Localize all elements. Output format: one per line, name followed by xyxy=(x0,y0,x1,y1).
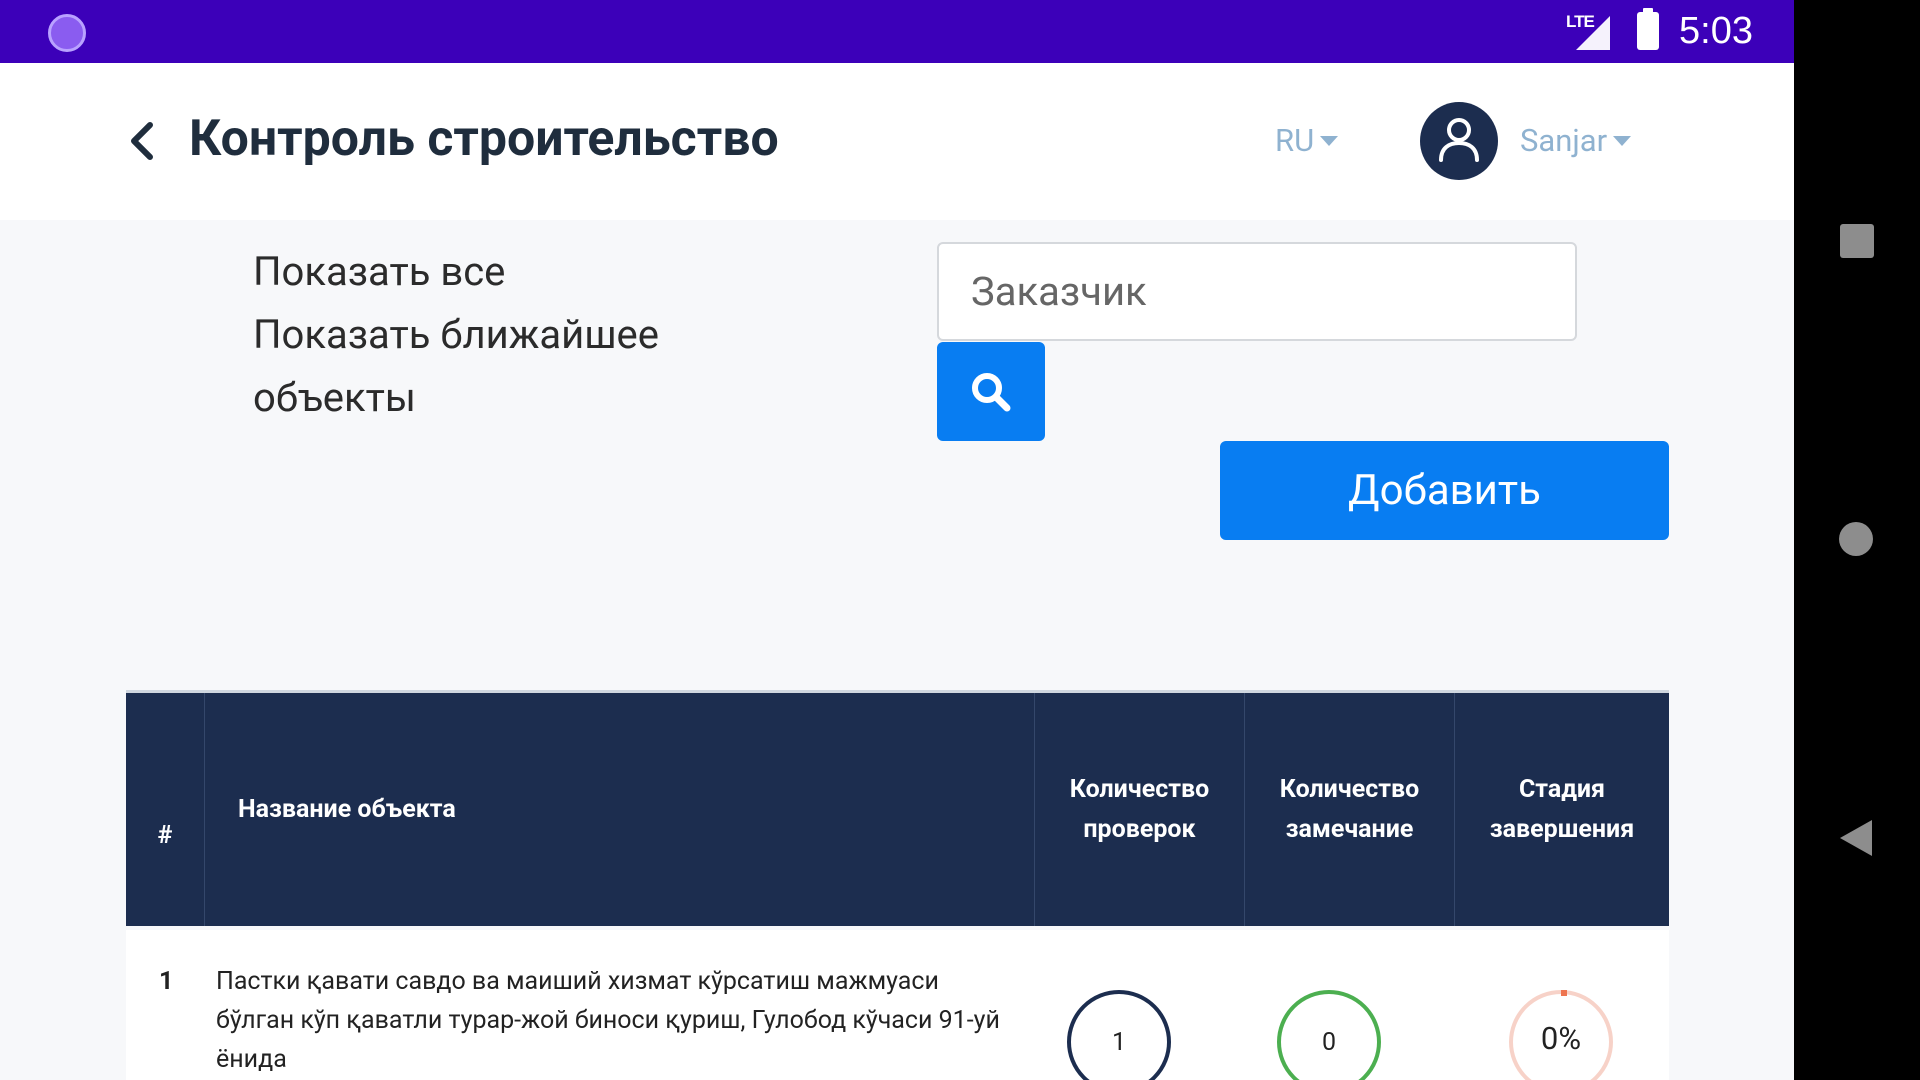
chevron-down-icon xyxy=(1613,135,1632,146)
column-header-number: # xyxy=(157,821,173,850)
show-all-link[interactable]: Показать все xyxy=(253,248,505,295)
column-header-remarks-line2: замечание xyxy=(1285,814,1414,844)
column-header-remarks-line1: Количество xyxy=(1279,774,1420,804)
chevron-down-icon xyxy=(1320,135,1339,146)
back-arrow-icon[interactable] xyxy=(128,122,156,160)
notification-app-icon xyxy=(48,14,86,52)
add-button[interactable]: Добавить xyxy=(1220,441,1669,540)
column-header-checks: Количество проверок xyxy=(1034,693,1244,926)
row-number: 1 xyxy=(159,967,174,996)
completion-stage-badge: 0% xyxy=(1509,990,1613,1080)
column-header-stage-line2: завершения xyxy=(1489,814,1635,844)
user-menu[interactable]: Sanjar xyxy=(1520,122,1632,159)
app-screen: LTE 5:03 Контроль строительство RU Sanja… xyxy=(0,0,1794,1080)
show-nearest-link-continued[interactable]: объекты xyxy=(253,374,416,421)
column-header-remarks: Количество замечание xyxy=(1244,693,1454,926)
language-label: RU xyxy=(1275,122,1315,159)
column-header-stage: Стадия завершения xyxy=(1454,693,1669,926)
recent-apps-button[interactable] xyxy=(1840,224,1874,258)
language-selector[interactable]: RU xyxy=(1275,122,1339,159)
customer-search-input[interactable] xyxy=(937,242,1577,341)
table-row[interactable]: 1 Пастки қавати савдо ва маиший хизмат к… xyxy=(126,930,1669,1080)
clock: 5:03 xyxy=(1679,10,1753,52)
home-button[interactable] xyxy=(1839,522,1873,556)
avatar[interactable] xyxy=(1420,102,1498,180)
page-title: Контроль строительство xyxy=(189,110,779,168)
system-back-button[interactable] xyxy=(1840,820,1872,856)
column-header-checks-line1: Количество xyxy=(1069,774,1210,804)
show-nearest-link[interactable]: Показать ближайшее xyxy=(253,311,659,358)
column-header-checks-line2: проверок xyxy=(1083,814,1196,844)
user-icon xyxy=(1439,118,1479,162)
table-header: # Название объекта Количество проверок К… xyxy=(126,690,1669,926)
remarks-count-badge: 0 xyxy=(1277,990,1381,1080)
column-header-stage-line1: Стадия xyxy=(1518,774,1606,804)
user-name: Sanjar xyxy=(1520,122,1608,159)
checks-count-badge: 1 xyxy=(1067,990,1171,1080)
object-name[interactable]: Пастки қавати савдо ва маиший хизмат кўр… xyxy=(216,962,1016,1079)
signal-icon: LTE xyxy=(1566,12,1616,52)
column-header-name: Название объекта xyxy=(204,693,1034,926)
battery-icon xyxy=(1637,8,1659,50)
search-button[interactable] xyxy=(937,342,1045,441)
status-bar: LTE 5:03 xyxy=(0,0,1794,63)
search-icon xyxy=(972,373,1011,412)
